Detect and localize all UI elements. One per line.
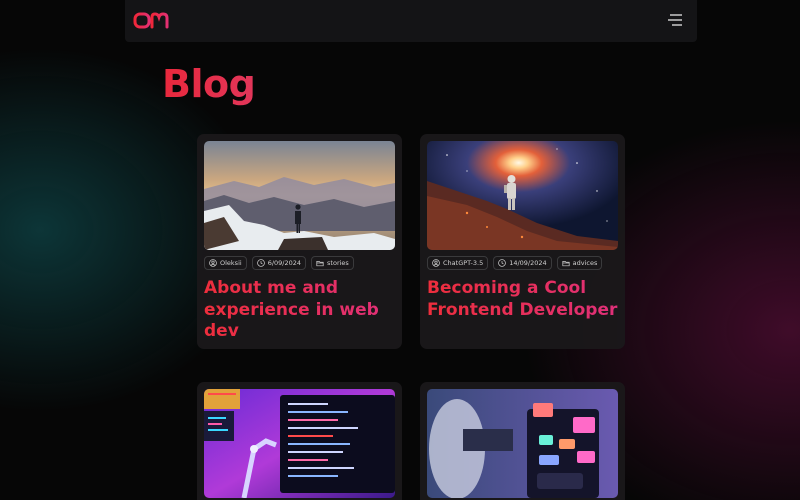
post-meta: ChatGPT-3.5 14/09/2024 advices (427, 256, 618, 270)
page-title: Blog (162, 62, 256, 106)
post-thumbnail (204, 389, 395, 498)
post-category: advices (572, 259, 598, 267)
date-chip: 6/09/2024 (251, 256, 307, 270)
folder-icon (316, 261, 324, 267)
post-meta: Oleksii 6/09/2024 stories (204, 256, 395, 270)
author-name: Oleksii (220, 259, 242, 267)
post-title[interactable]: About me and experience in web dev (204, 278, 395, 343)
author-chip: Oleksii (204, 256, 247, 270)
post-date: 6/09/2024 (267, 259, 302, 267)
post-date: 14/09/2024 (509, 259, 547, 267)
post-category: stories (327, 259, 349, 267)
post-thumbnail (427, 141, 618, 250)
logo-link[interactable] (133, 11, 171, 30)
blog-post-card[interactable] (420, 382, 625, 500)
post-title[interactable]: Becoming a Cool Frontend Developer (427, 278, 618, 321)
blog-post-card[interactable]: Oleksii 6/09/2024 stories About me and e… (197, 134, 402, 349)
hamburger-icon (668, 14, 682, 26)
clock-icon (256, 259, 265, 267)
top-navbar (125, 0, 697, 42)
post-thumbnail (427, 389, 618, 498)
category-chip[interactable]: advices (556, 256, 603, 270)
date-chip: 14/09/2024 (493, 256, 552, 270)
logo-icon (133, 12, 169, 29)
author-chip: ChatGPT-3.5 (427, 256, 489, 270)
blog-post-card[interactable] (197, 382, 402, 500)
folder-icon (562, 261, 570, 267)
category-chip[interactable]: stories (311, 256, 354, 270)
user-icon (209, 259, 217, 267)
menu-button[interactable] (666, 12, 684, 28)
author-name: ChatGPT-3.5 (443, 259, 484, 267)
blog-post-card[interactable]: ChatGPT-3.5 14/09/2024 advices Becoming … (420, 134, 625, 349)
clock-icon (498, 259, 507, 267)
post-thumbnail (204, 141, 395, 250)
user-icon (432, 259, 440, 267)
